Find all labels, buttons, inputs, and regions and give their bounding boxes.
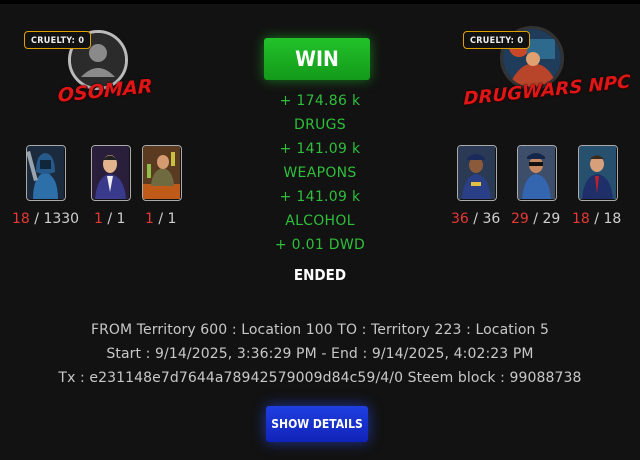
attacker-unit-3-count: 1 / 1	[145, 211, 177, 227]
win-result-badge: WIN	[264, 38, 370, 80]
suited-boss-icon	[92, 146, 129, 199]
loot-line-2: DRUGS	[294, 117, 346, 133]
alive-count: 1	[145, 211, 154, 227]
defender-unit-3-count: 18 / 18	[572, 211, 622, 227]
alive-count: 18	[572, 211, 590, 227]
route-info: FROM Territory 600 : Location 100 TO : T…	[90, 322, 550, 338]
defender-unit-2-count: 29 / 29	[511, 211, 561, 227]
hooded-thug-icon	[27, 146, 64, 199]
loot-line-6: ALCOHOL	[285, 213, 355, 229]
loot-line-5: + 141.09 k	[279, 189, 361, 205]
total-count: 18	[603, 211, 622, 227]
loot-line-1: + 174.86 k	[279, 93, 361, 109]
defender-cruelty-badge: CRUELTY: 0	[463, 31, 531, 49]
attacker-name[interactable]: OSOMAR	[58, 75, 153, 107]
battle-status: ENDED	[293, 266, 347, 284]
alive-count: 29	[511, 211, 529, 227]
attacker-cruelty-badge: CRUELTY: 0	[24, 31, 92, 49]
attacker-unit-3	[142, 145, 182, 201]
total-count: 29	[542, 211, 561, 227]
total-count: 1330	[43, 211, 80, 227]
defender-unit-1-count: 36 / 36	[451, 211, 501, 227]
attacker-unit-1	[26, 145, 66, 201]
loot-line-7: + 0.01 DWD	[274, 237, 366, 253]
total-count: 36	[482, 211, 501, 227]
attacker-unit-1-count: 18 / 1330	[12, 211, 80, 227]
businessman-icon	[579, 146, 616, 199]
bartender-icon	[143, 146, 180, 199]
transaction-info: Tx : e231148e7d7644a78942579009d84c59/4/…	[58, 370, 582, 386]
attacker-unit-2	[91, 145, 131, 201]
police-officer-icon	[458, 146, 495, 199]
police-sunglasses-icon	[518, 146, 555, 199]
total-count: 1	[167, 211, 177, 227]
defender-unit-1	[457, 145, 497, 201]
time-info: Start : 9/14/2025, 3:36:29 PM - End : 9/…	[106, 346, 534, 362]
top-bar	[0, 0, 640, 4]
alive-count: 1	[94, 211, 103, 227]
loot-line-4: WEAPONS	[283, 165, 357, 181]
defender-unit-3	[578, 145, 618, 201]
alive-count: 18	[12, 211, 30, 227]
show-details-button[interactable]: SHOW DETAILS	[266, 406, 368, 442]
total-count: 1	[116, 211, 126, 227]
attacker-unit-2-count: 1 / 1	[94, 211, 126, 227]
defender-unit-2	[517, 145, 557, 201]
loot-line-3: + 141.09 k	[279, 141, 361, 157]
alive-count: 36	[451, 211, 469, 227]
